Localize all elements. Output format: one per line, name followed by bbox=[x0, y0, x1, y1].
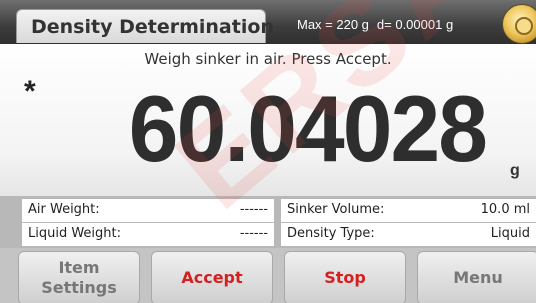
weighing-display: Weigh sinker in air. Press Accept. * 60.… bbox=[0, 44, 536, 196]
info-grid: Air Weight: ------ Sinker Volume: 10.0 m… bbox=[0, 196, 536, 248]
header-bar: Density Determination Max = 220 g d= 0.00… bbox=[0, 0, 536, 44]
density-type-value: Liquid bbox=[490, 226, 530, 241]
liquid-weight-value: ------ bbox=[239, 226, 268, 241]
liquid-weight-field: Liquid Weight: ------ bbox=[22, 223, 274, 246]
button-bar: Item Settings Accept Stop Menu bbox=[0, 248, 536, 303]
page-title: Density Determination bbox=[16, 9, 274, 43]
sinker-volume-label: Sinker Volume: bbox=[287, 202, 385, 217]
sinker-volume-value: 10.0 ml bbox=[480, 202, 530, 217]
readability: d= 0.00001 g bbox=[376, 17, 454, 32]
item-settings-label-line2: Settings bbox=[41, 278, 117, 297]
item-settings-label-line1: Item bbox=[58, 258, 100, 277]
max-capacity: Max = 220 g bbox=[297, 17, 369, 32]
stop-button[interactable]: Stop bbox=[284, 251, 406, 303]
air-weight-value: ------ bbox=[239, 202, 268, 217]
density-type-label: Density Type: bbox=[287, 226, 375, 241]
accept-button[interactable]: Accept bbox=[151, 251, 273, 303]
capacity-readout: Max = 220 g d= 0.00001 g bbox=[297, 17, 453, 32]
weight-unit[interactable]: g bbox=[510, 162, 520, 180]
liquid-weight-label: Liquid Weight: bbox=[28, 226, 122, 241]
air-weight-label: Air Weight: bbox=[28, 202, 100, 217]
instruction-prompt: Weigh sinker in air. Press Accept. bbox=[144, 50, 392, 68]
menu-button[interactable]: Menu bbox=[417, 251, 536, 303]
level-bubble-icon[interactable] bbox=[502, 4, 536, 44]
sinker-volume-field: Sinker Volume: 10.0 ml bbox=[281, 199, 536, 222]
stability-indicator: * bbox=[24, 75, 36, 108]
weight-readout: 60.04028 bbox=[128, 76, 488, 181]
item-settings-button[interactable]: Item Settings bbox=[18, 251, 140, 303]
density-type-field: Density Type: Liquid bbox=[281, 223, 536, 246]
air-weight-field: Air Weight: ------ bbox=[22, 199, 274, 222]
